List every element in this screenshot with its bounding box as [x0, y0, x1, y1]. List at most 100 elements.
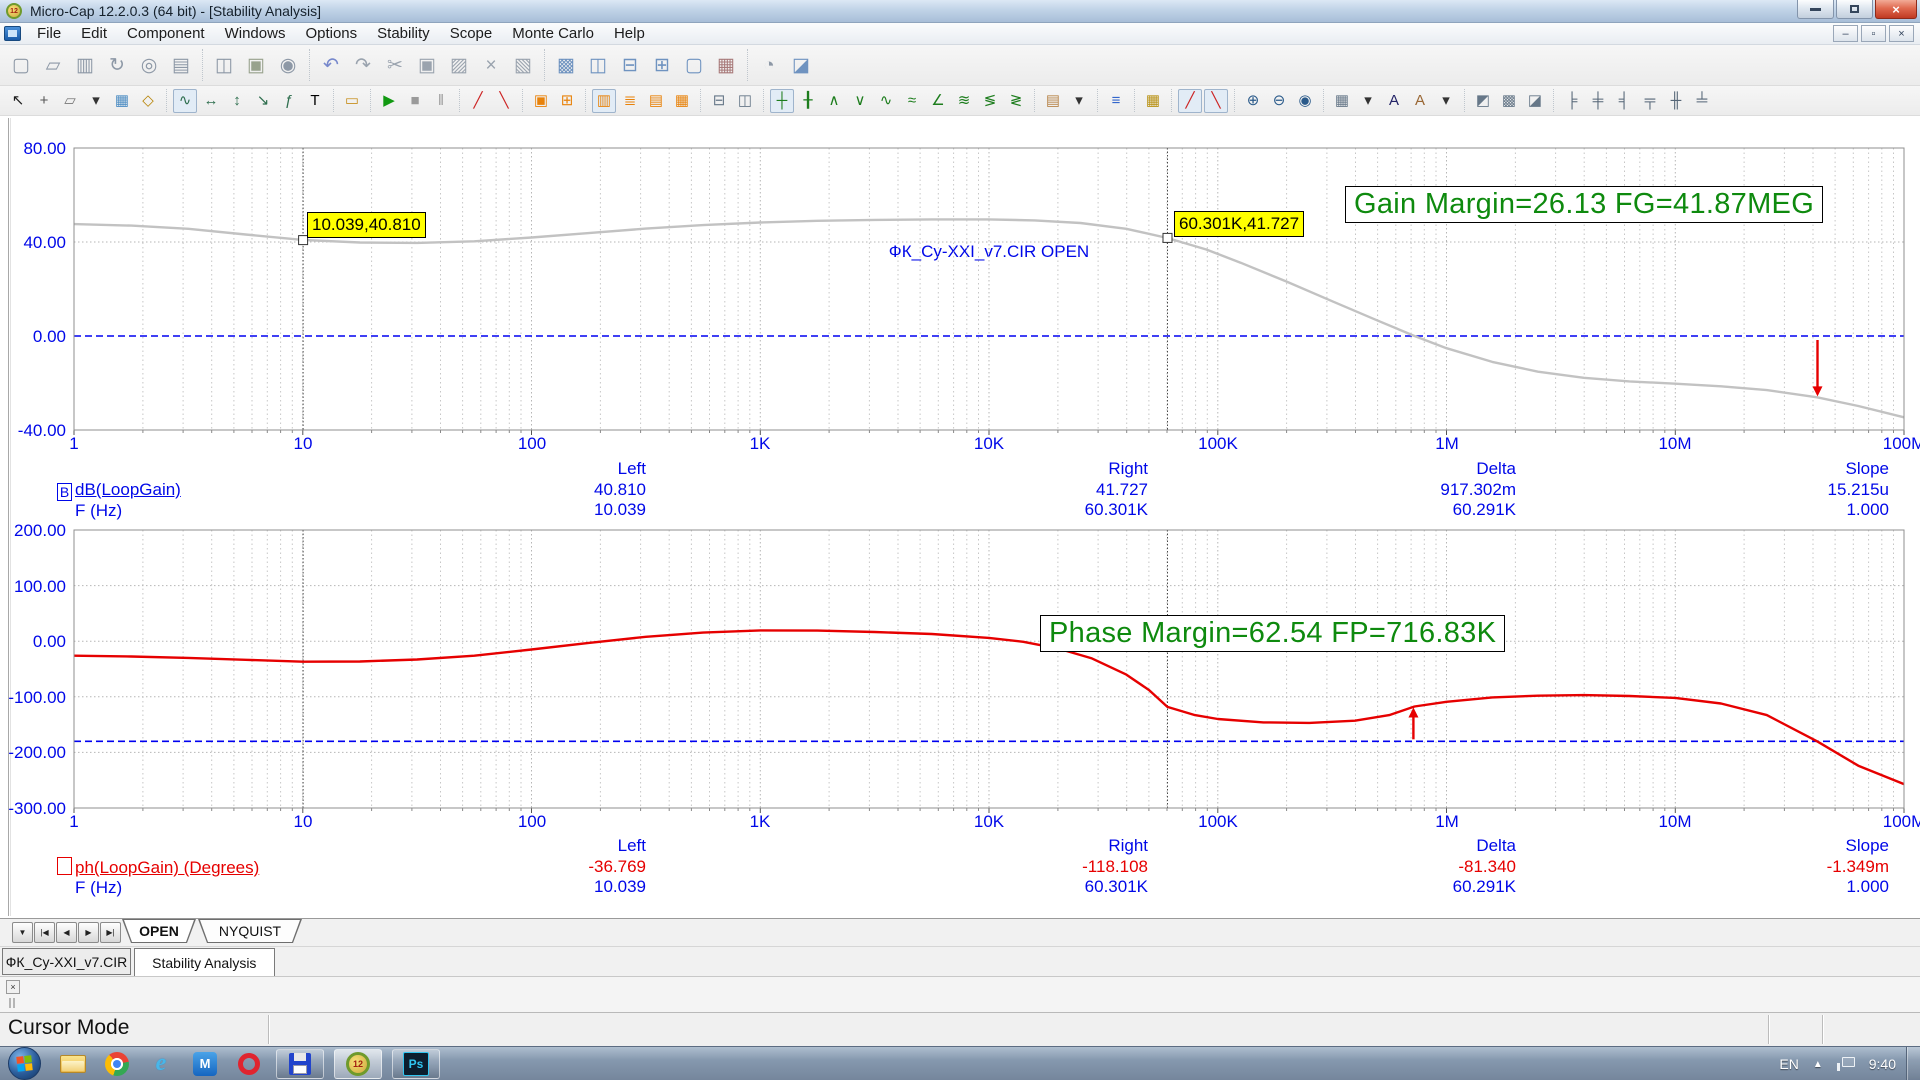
align-top-button[interactable]: ╤ [1638, 89, 1662, 113]
last-page-button[interactable]: ▶| [100, 922, 121, 943]
network-icon[interactable] [1837, 1057, 1855, 1071]
restore-button[interactable] [1836, 0, 1873, 19]
go-to-peak-button[interactable]: ∧ [822, 89, 846, 113]
zoom-out-button[interactable]: ⊖ [1267, 89, 1291, 113]
minimize-button[interactable] [1797, 0, 1834, 19]
scale-region-button[interactable]: ▣ [529, 89, 553, 113]
file-tab-analysis[interactable]: Stability Analysis [134, 948, 275, 977]
menu-stability[interactable]: Stability [367, 23, 440, 44]
select-arrow-button[interactable]: ↖ [6, 89, 30, 113]
align-right-button[interactable]: ╡ [1612, 89, 1636, 113]
go-to-valley-button[interactable]: ∨ [848, 89, 872, 113]
slope-positive-button[interactable]: ╱ [466, 89, 490, 113]
document-icon[interactable] [4, 26, 21, 41]
track-tool-button[interactable]: ↘ [251, 89, 275, 113]
attributes-button[interactable]: ▣ [241, 50, 271, 80]
new-button[interactable]: ▢ [6, 50, 36, 80]
align-middle-button[interactable]: ╫ [1664, 89, 1688, 113]
font-color-button[interactable]: A [1408, 89, 1432, 113]
taskbar-chrome-button[interactable] [97, 1049, 137, 1079]
formula-tool-button[interactable]: ƒ [277, 89, 301, 113]
stop-button[interactable]: ■ [403, 89, 427, 113]
waveform-tool-button[interactable]: ∿ [173, 89, 197, 113]
taskbar-opera-button[interactable] [229, 1049, 269, 1079]
web-button[interactable]: ◉ [273, 50, 303, 80]
taskbar-micro-cap-button[interactable]: 12 [334, 1049, 382, 1079]
text-tool-button[interactable]: T [303, 89, 327, 113]
menu-monte-carlo[interactable]: Monte Carlo [502, 23, 604, 44]
plot-window[interactable]: ФК_Cy-XXI_v7.CIR OPEN [0, 116, 1920, 918]
taskbar-photoshop-button[interactable]: Ps [392, 1049, 440, 1079]
bring-front-button[interactable]: ▩ [1497, 89, 1521, 113]
show-desktop-button[interactable] [1906, 1047, 1920, 1080]
tile-horizontal-button[interactable]: ⊟ [615, 50, 645, 80]
go-to-slope-button[interactable]: ∠ [926, 89, 950, 113]
next-page-button[interactable]: ▶ [78, 922, 99, 943]
menu-component[interactable]: Component [117, 23, 215, 44]
tray-expand-icon[interactable]: ▲ [1813, 1059, 1823, 1070]
slope-negative-button[interactable]: ╲ [492, 89, 516, 113]
font-dropdown-button[interactable]: ▾ [1434, 89, 1458, 113]
pane-grip[interactable] [9, 998, 11, 1008]
open-button[interactable]: ▱ [38, 50, 68, 80]
delete-button[interactable]: × [476, 50, 506, 80]
active-window-button[interactable]: ◪ [786, 50, 816, 80]
menu-scope[interactable]: Scope [440, 23, 503, 44]
go-to-inflection-button[interactable]: ≈ [900, 89, 924, 113]
go-to-envelope-button[interactable]: ≋ [952, 89, 976, 113]
background-image-button[interactable]: ▦ [110, 89, 134, 113]
split-vertical-button[interactable]: ◫ [733, 89, 757, 113]
menu-edit[interactable]: Edit [71, 23, 117, 44]
plot-overlay-button[interactable]: ▦ [670, 89, 694, 113]
go-to-low-button[interactable]: ≶ [978, 89, 1002, 113]
align-center-button[interactable]: ╪ [1586, 89, 1610, 113]
scale-x-button[interactable]: ↔ [199, 89, 223, 113]
send-back-button[interactable]: ◪ [1523, 89, 1547, 113]
taskbar-explorer-button[interactable] [53, 1049, 93, 1079]
numeric-output-button[interactable]: ≡ [1104, 89, 1128, 113]
menu-help[interactable]: Help [604, 23, 655, 44]
align-bottom-button[interactable]: ╧ [1690, 89, 1714, 113]
plot-group-button[interactable]: ▤ [644, 89, 668, 113]
mdi-close-button[interactable]: × [1889, 25, 1914, 42]
menu-file[interactable]: File [27, 23, 71, 44]
sheet-tab-nyquist[interactable]: NYQUIST [198, 919, 302, 943]
tab-list-dropdown-button[interactable]: ▼ [12, 922, 33, 943]
polygon-tool-button[interactable]: ◇ [136, 89, 160, 113]
component-dropdown-button[interactable]: ▾ [84, 89, 108, 113]
redo-button[interactable]: ↷ [348, 50, 378, 80]
split-horizontal-button[interactable]: ⊟ [707, 89, 731, 113]
menu-windows[interactable]: Windows [215, 23, 296, 44]
plot-vertical-button[interactable]: ▥ [592, 89, 616, 113]
copy-to-clipboard-button[interactable]: ▤ [1041, 89, 1065, 113]
tile-vertical-button[interactable]: ◫ [583, 50, 613, 80]
maximize-windows-button[interactable]: ▢ [679, 50, 709, 80]
clock[interactable]: 9:40 [1869, 1056, 1896, 1072]
font-button[interactable]: A [1382, 89, 1406, 113]
taskbar-start-button[interactable] [8, 1047, 41, 1080]
grid-dropdown-button[interactable]: ▾ [1356, 89, 1380, 113]
component-drag-button[interactable]: ▱ [58, 89, 82, 113]
file-tab-circuit[interactable]: ФК_Cy-XXI_v7.CIR [2, 948, 131, 975]
cascade-windows-button[interactable]: ▩ [551, 50, 581, 80]
cut-button[interactable]: ✂ [380, 50, 410, 80]
clipboard-dropdown-button[interactable]: ▾ [1067, 89, 1091, 113]
mdi-minimize-button[interactable]: – [1833, 25, 1858, 42]
grid-options-button[interactable]: ▦ [1330, 89, 1354, 113]
sheet-tab-open[interactable]: OPEN [122, 919, 196, 943]
cursor-step-button[interactable]: ╂ [796, 89, 820, 113]
taskbar-floppy-tool-button[interactable] [276, 1049, 324, 1079]
align-left-button[interactable]: ╞ [1560, 89, 1584, 113]
pause-button[interactable]: ‖ [429, 89, 453, 113]
component-panel-button[interactable]: ◫ [209, 50, 239, 80]
taskbar-maxthon-button[interactable]: M [185, 1049, 225, 1079]
scale-y-button[interactable]: ↕ [225, 89, 249, 113]
run-button[interactable]: ▶ [377, 89, 401, 113]
go-to-wave-button[interactable]: ∿ [874, 89, 898, 113]
find-file-button[interactable]: ◎ [134, 50, 164, 80]
go-to-high-button[interactable]: ≷ [1004, 89, 1028, 113]
taskbar-internet-explorer-button[interactable]: e [141, 1049, 181, 1079]
previous-page-button[interactable]: ◀ [56, 922, 77, 943]
print-button[interactable]: ▤ [166, 50, 196, 80]
paste-button[interactable]: ▨ [444, 50, 474, 80]
